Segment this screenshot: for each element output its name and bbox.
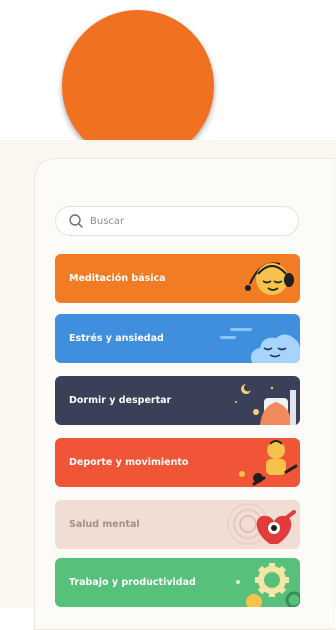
category-deporte-y-movimiento[interactable]: Deporte y movimiento <box>55 438 300 487</box>
category-estres-y-ansiedad[interactable]: Estrés y ansiedad <box>55 314 300 363</box>
search-icon <box>69 214 83 228</box>
category-trabajo-y-productividad[interactable]: Trabajo y productividad <box>55 558 300 607</box>
category-dormir-y-despertar[interactable]: Dormir y despertar <box>55 376 300 425</box>
category-label: Trabajo y productividad <box>69 577 196 588</box>
gear-illustration <box>236 563 300 607</box>
category-salud-mental[interactable]: Salud mental <box>55 500 300 549</box>
search-input[interactable]: Buscar <box>90 216 124 227</box>
sleep-illustration <box>235 384 296 425</box>
search-bar[interactable]: Buscar <box>55 206 299 236</box>
category-label: Deporte y movimiento <box>69 457 189 468</box>
cloud-illustration <box>220 328 300 363</box>
mental-health-illustration <box>227 503 296 545</box>
category-label: Estrés y ansiedad <box>69 333 164 344</box>
category-label: Meditación básica <box>69 273 166 284</box>
category-label: Dormir y despertar <box>69 395 172 406</box>
category-meditacion-basica[interactable]: Meditación básica <box>55 254 300 303</box>
category-label: Salud mental <box>69 519 140 530</box>
sport-illustration <box>239 440 298 486</box>
meditation-illustration <box>245 262 294 295</box>
